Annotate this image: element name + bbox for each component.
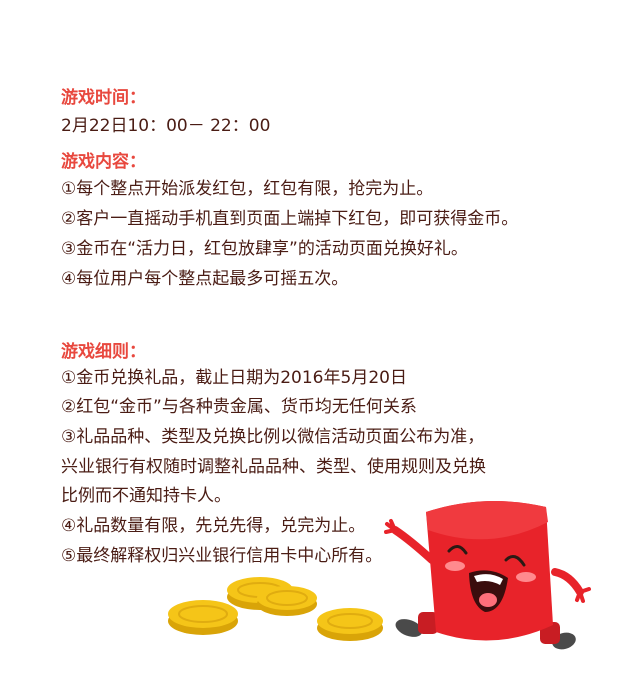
red-envelope-mascot <box>384 501 591 650</box>
